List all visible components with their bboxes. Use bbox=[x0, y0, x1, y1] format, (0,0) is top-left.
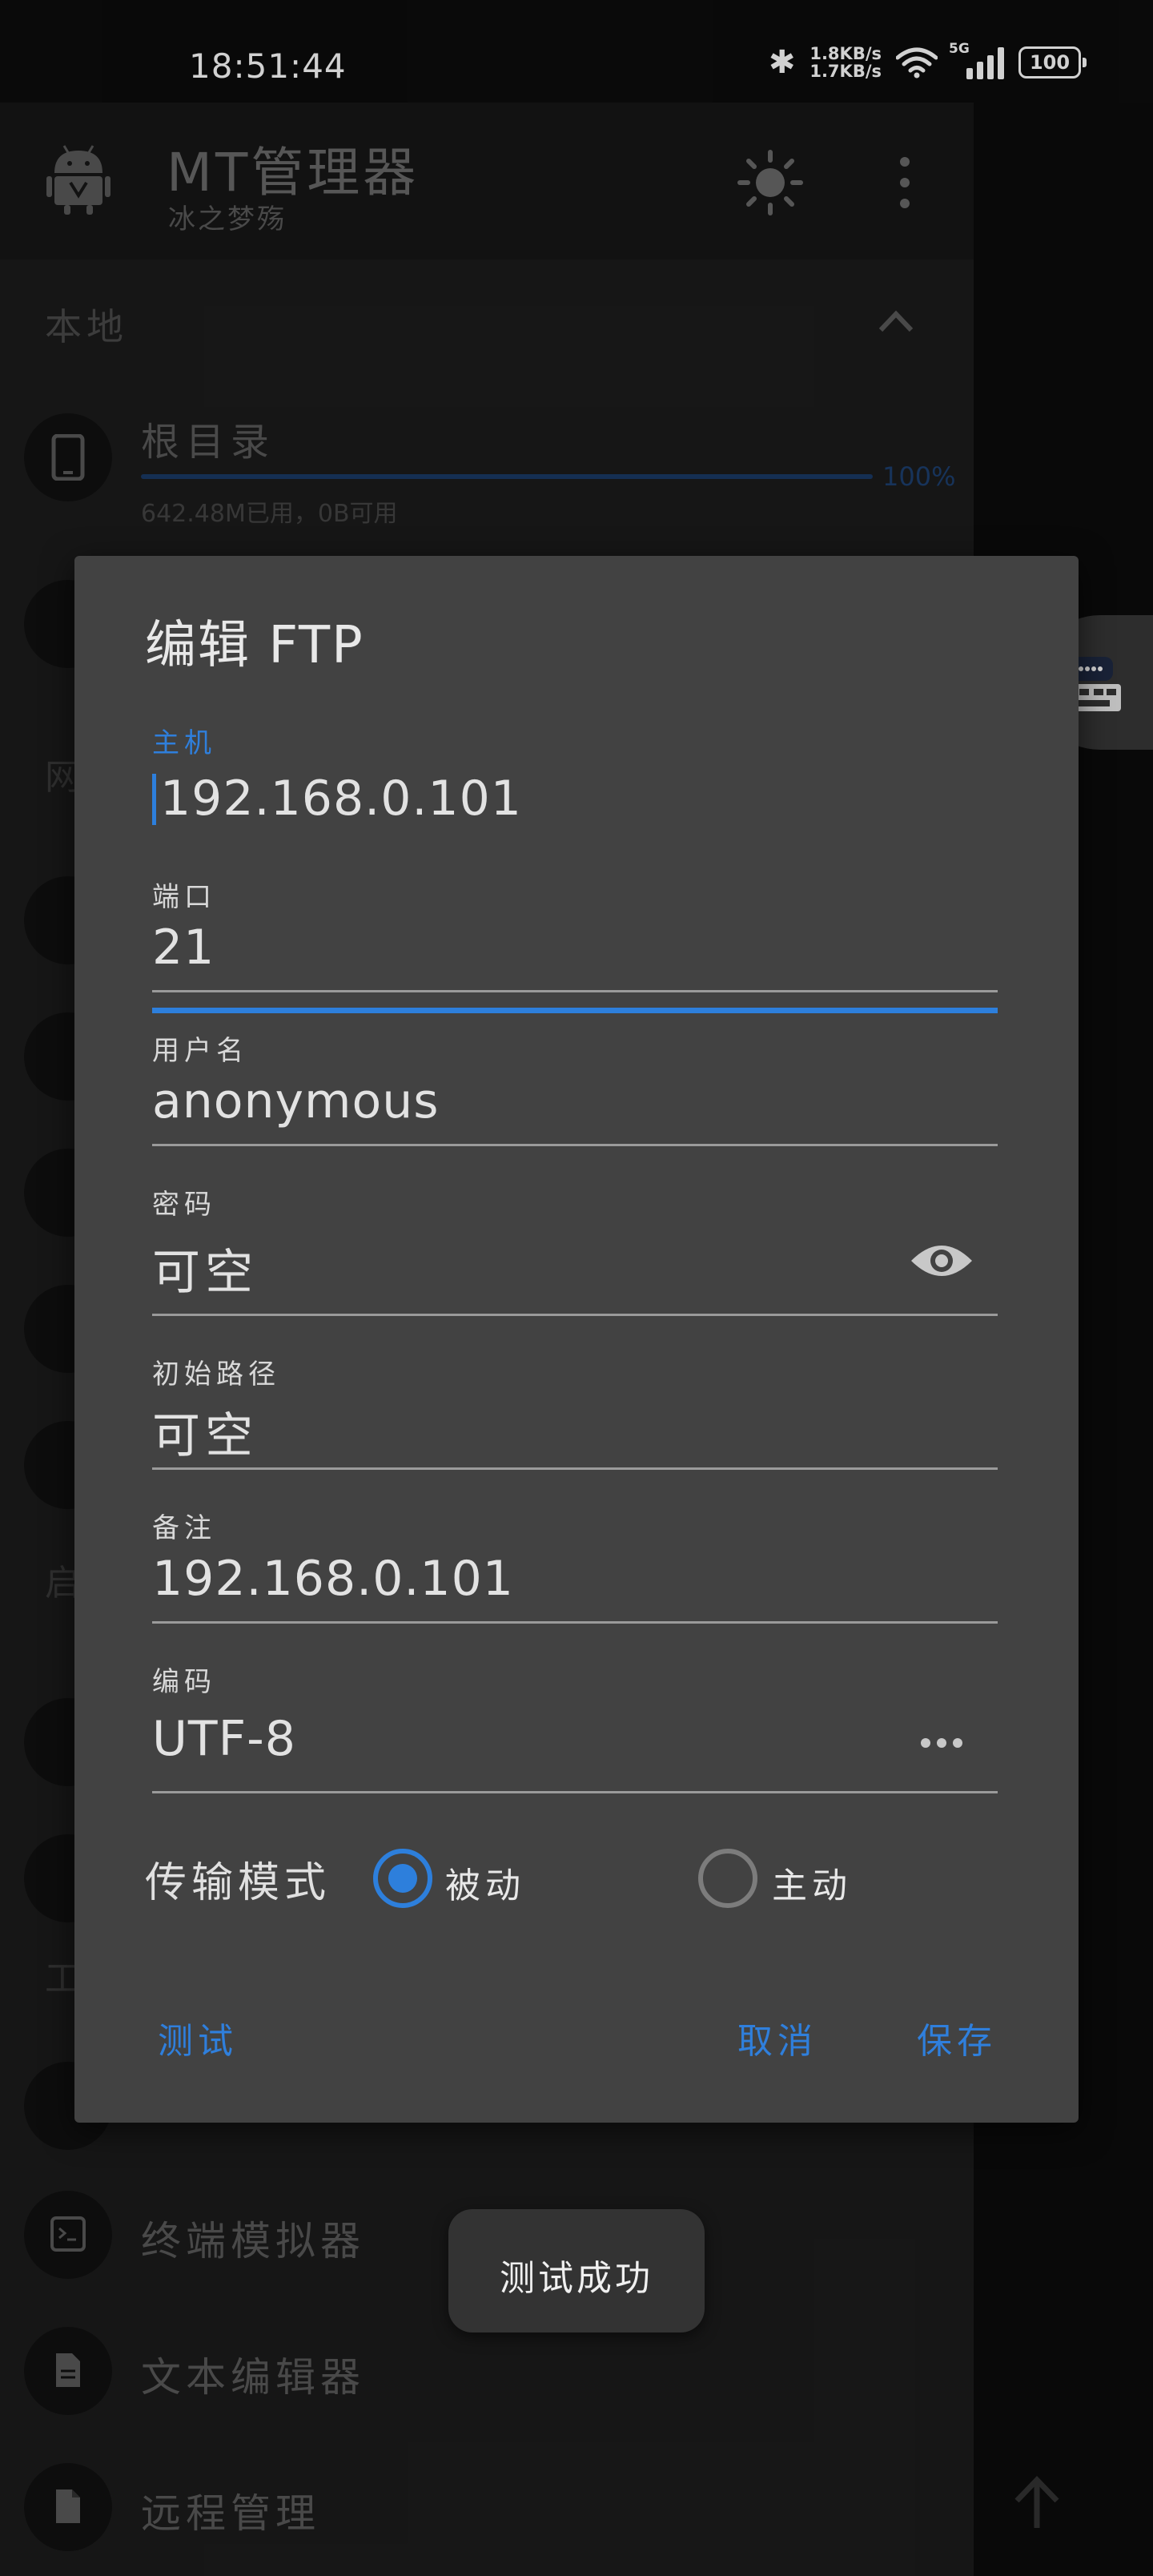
edit-ftp-dialog: 编辑 FTP 主机 192.168.0.101 端口 21 用户名 anonym… bbox=[74, 556, 1079, 2123]
cancel-button[interactable]: 取消 bbox=[737, 2012, 818, 2063]
remark-input[interactable]: 192.168.0.101 bbox=[152, 1551, 514, 1607]
host-field[interactable]: 主机 192.168.0.101 bbox=[152, 721, 998, 1013]
password-label: 密码 bbox=[152, 1189, 216, 1221]
username-input[interactable]: anonymous bbox=[152, 1073, 439, 1129]
remark-field[interactable]: 备注 192.168.0.101 bbox=[152, 1506, 998, 1624]
host-input[interactable]: 192.168.0.101 bbox=[160, 771, 522, 827]
encoding-field[interactable]: 编码 UTF-8 bbox=[152, 1660, 998, 1793]
username-label: 用户名 bbox=[152, 1035, 248, 1067]
remark-label: 备注 bbox=[152, 1512, 216, 1544]
test-button[interactable]: 测试 bbox=[158, 2012, 238, 2063]
passive-mode-label[interactable]: 被动 bbox=[445, 1857, 525, 1908]
initial-path-input[interactable]: 可空 bbox=[152, 1397, 258, 1467]
active-mode-label[interactable]: 主动 bbox=[772, 1857, 852, 1908]
port-underline bbox=[152, 990, 998, 992]
remark-underline bbox=[152, 1621, 998, 1624]
toast-message: 测试成功 bbox=[500, 2258, 653, 2299]
active-mode-radio[interactable] bbox=[698, 1849, 757, 1908]
more-horizontal-icon[interactable] bbox=[918, 1735, 966, 1751]
text-cursor bbox=[152, 774, 156, 825]
passive-mode-radio[interactable] bbox=[373, 1849, 432, 1908]
dialog-title: 编辑 FTP bbox=[145, 616, 364, 675]
initial-path-label: 初始路径 bbox=[152, 1358, 280, 1391]
password-input[interactable]: 可空 bbox=[152, 1234, 258, 1303]
initial-path-field[interactable]: 初始路径 可空 bbox=[152, 1352, 998, 1470]
password-underline bbox=[152, 1314, 998, 1316]
save-button[interactable]: 保存 bbox=[917, 2012, 997, 2063]
show-password-eye-icon[interactable] bbox=[910, 1238, 974, 1283]
toast: 测试成功 bbox=[448, 2209, 705, 2332]
encoding-value[interactable]: UTF-8 bbox=[152, 1711, 296, 1767]
host-label: 主机 bbox=[152, 727, 216, 759]
username-field[interactable]: 用户名 anonymous bbox=[152, 1028, 998, 1146]
port-label: 端口 bbox=[152, 881, 216, 913]
port-field[interactable]: 端口 21 bbox=[152, 875, 998, 992]
port-input[interactable]: 21 bbox=[152, 920, 215, 976]
host-underline bbox=[152, 1008, 998, 1013]
transfer-mode-label: 传输模式 bbox=[145, 1859, 331, 1907]
encoding-underline bbox=[152, 1791, 998, 1793]
username-underline bbox=[152, 1144, 998, 1146]
password-field[interactable]: 密码 可空 bbox=[152, 1182, 998, 1316]
encoding-label: 编码 bbox=[152, 1666, 216, 1698]
initial-path-underline bbox=[152, 1467, 998, 1470]
